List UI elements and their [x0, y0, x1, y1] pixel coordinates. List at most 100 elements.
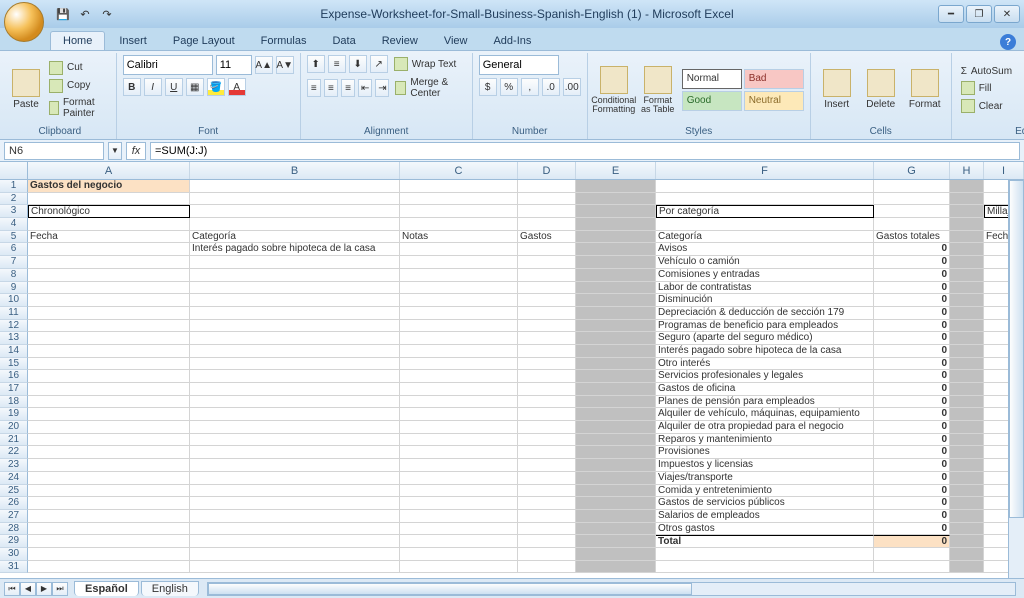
- sheet-nav-last[interactable]: ⏭: [52, 582, 68, 596]
- cell[interactable]: 0: [874, 345, 950, 358]
- cell[interactable]: Planes de pensión para empleados: [656, 396, 874, 409]
- cell[interactable]: [576, 256, 656, 269]
- cell[interactable]: [400, 548, 518, 561]
- cell[interactable]: [950, 193, 984, 206]
- dec-decimal-button[interactable]: .00: [563, 78, 581, 96]
- cell[interactable]: [28, 523, 190, 536]
- cell[interactable]: [950, 231, 984, 244]
- cell[interactable]: Gastos: [518, 231, 576, 244]
- cell[interactable]: [576, 269, 656, 282]
- insert-button[interactable]: Insert: [817, 55, 857, 124]
- cell[interactable]: 0: [874, 358, 950, 371]
- col-header-a[interactable]: A: [28, 162, 190, 179]
- cell[interactable]: [950, 205, 984, 218]
- cell[interactable]: [190, 434, 400, 447]
- cell[interactable]: [518, 396, 576, 409]
- cell[interactable]: [400, 345, 518, 358]
- row-header[interactable]: 2: [0, 193, 28, 206]
- row-header[interactable]: 29: [0, 535, 28, 548]
- cell[interactable]: [190, 269, 400, 282]
- cell[interactable]: [28, 446, 190, 459]
- style-neutral[interactable]: Neutral: [744, 91, 804, 111]
- cell[interactable]: Comida y entretenimiento: [656, 485, 874, 498]
- cell[interactable]: [28, 358, 190, 371]
- row-header[interactable]: 28: [0, 523, 28, 536]
- row-header[interactable]: 16: [0, 370, 28, 383]
- col-header-c[interactable]: C: [400, 162, 518, 179]
- cell[interactable]: [874, 218, 950, 231]
- cell[interactable]: [576, 332, 656, 345]
- cell[interactable]: 0: [874, 523, 950, 536]
- cell[interactable]: Alquiler de otra propiedad para el negoc…: [656, 421, 874, 434]
- cell[interactable]: [874, 193, 950, 206]
- cell[interactable]: [190, 358, 400, 371]
- style-bad[interactable]: Bad: [744, 69, 804, 89]
- cell[interactable]: [576, 282, 656, 295]
- cell[interactable]: 0: [874, 434, 950, 447]
- cell[interactable]: [518, 485, 576, 498]
- cell[interactable]: [28, 396, 190, 409]
- cell[interactable]: [190, 510, 400, 523]
- cell[interactable]: 0: [874, 282, 950, 295]
- cell[interactable]: [28, 497, 190, 510]
- align-left-button[interactable]: ≡: [307, 79, 321, 97]
- cell[interactable]: [576, 205, 656, 218]
- cell[interactable]: [518, 320, 576, 333]
- cell[interactable]: Categoría: [656, 231, 874, 244]
- name-box-dropdown[interactable]: ▼: [108, 142, 122, 160]
- shrink-font-button[interactable]: A▼: [276, 56, 294, 74]
- cell[interactable]: [400, 243, 518, 256]
- cell[interactable]: [576, 485, 656, 498]
- indent-dec-button[interactable]: ⇤: [358, 79, 372, 97]
- cell[interactable]: [950, 256, 984, 269]
- cell[interactable]: [518, 421, 576, 434]
- cell[interactable]: [950, 383, 984, 396]
- cell[interactable]: [950, 370, 984, 383]
- fill-button[interactable]: Fill: [958, 80, 1015, 96]
- cell[interactable]: [518, 446, 576, 459]
- cell[interactable]: [576, 243, 656, 256]
- cell[interactable]: [28, 332, 190, 345]
- cell[interactable]: [190, 205, 400, 218]
- row-header[interactable]: 20: [0, 421, 28, 434]
- cell[interactable]: [190, 294, 400, 307]
- cell[interactable]: [874, 561, 950, 574]
- horizontal-scrollbar[interactable]: [207, 582, 1016, 596]
- cell[interactable]: [576, 472, 656, 485]
- cell[interactable]: [400, 497, 518, 510]
- tab-home[interactable]: Home: [50, 31, 105, 50]
- cell[interactable]: [190, 472, 400, 485]
- cell[interactable]: [190, 446, 400, 459]
- autosum-button[interactable]: Σ AutoSum: [958, 65, 1015, 78]
- cell[interactable]: [190, 256, 400, 269]
- fx-button[interactable]: fx: [126, 142, 146, 160]
- cell[interactable]: 0: [874, 408, 950, 421]
- select-all-corner[interactable]: [0, 162, 28, 179]
- comma-button[interactable]: ,: [521, 78, 539, 96]
- cell[interactable]: [950, 548, 984, 561]
- cell[interactable]: [518, 332, 576, 345]
- cell[interactable]: [400, 421, 518, 434]
- cell[interactable]: [518, 383, 576, 396]
- cell[interactable]: Chronológico: [28, 205, 190, 218]
- cell[interactable]: Otro interés: [656, 358, 874, 371]
- cell[interactable]: [28, 193, 190, 206]
- cell[interactable]: [576, 193, 656, 206]
- paste-button[interactable]: Paste: [10, 55, 42, 124]
- cell[interactable]: [28, 345, 190, 358]
- undo-icon[interactable]: ↶: [76, 5, 94, 23]
- cell[interactable]: [576, 180, 656, 193]
- cell[interactable]: [950, 535, 984, 548]
- row-header[interactable]: 18: [0, 396, 28, 409]
- cell[interactable]: Fecha: [28, 231, 190, 244]
- cell[interactable]: [518, 434, 576, 447]
- cell[interactable]: 0: [874, 320, 950, 333]
- cell[interactable]: [576, 523, 656, 536]
- row-header[interactable]: 5: [0, 231, 28, 244]
- cell[interactable]: [400, 358, 518, 371]
- cell[interactable]: [28, 243, 190, 256]
- cell[interactable]: [400, 218, 518, 231]
- cell[interactable]: [28, 294, 190, 307]
- cell[interactable]: [28, 218, 190, 231]
- cell[interactable]: [190, 459, 400, 472]
